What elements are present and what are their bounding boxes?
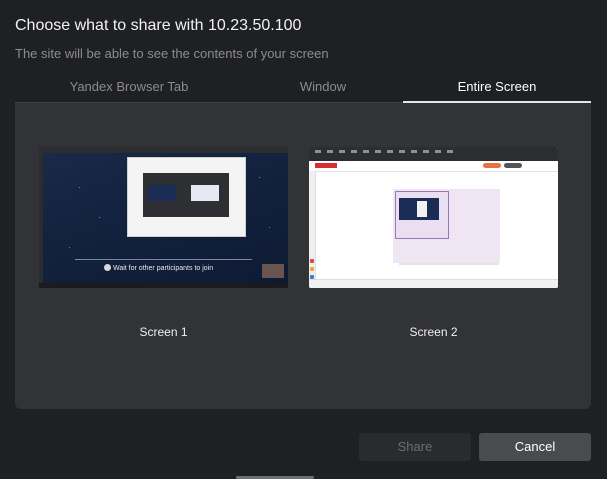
preview-taskbar bbox=[309, 279, 558, 288]
preview-mini-window bbox=[417, 201, 427, 217]
source-tabs: Yandex Browser Tab Window Entire Screen bbox=[15, 76, 591, 103]
preview-thumb-a bbox=[148, 185, 176, 201]
screen-1-thumbnail[interactable]: Wait for other participants to join bbox=[39, 147, 288, 288]
wallpaper-star bbox=[269, 227, 270, 228]
preview-mini-screen bbox=[399, 198, 439, 220]
wallpaper-star bbox=[259, 177, 260, 178]
sidebar-app-icon bbox=[310, 267, 314, 271]
preview-dark-button bbox=[504, 163, 522, 168]
screens-panel: Wait for other participants to join Scre… bbox=[15, 103, 591, 409]
wallpaper-star bbox=[69, 247, 70, 248]
preview-browser-bar bbox=[39, 147, 288, 153]
tab-window[interactable]: Window bbox=[243, 76, 403, 102]
screen-2-label: Screen 2 bbox=[409, 325, 458, 339]
preview-sidebar bbox=[39, 153, 43, 283]
share-button[interactable]: Share bbox=[359, 433, 471, 461]
share-dialog: Choose what to share with 10.23.50.100 T… bbox=[0, 0, 607, 479]
preview-sidebar bbox=[309, 171, 316, 281]
screen-2-thumbnail[interactable] bbox=[309, 147, 558, 288]
preview-wait-text: Wait for other participants to join bbox=[113, 265, 214, 272]
preview-orange-button bbox=[483, 163, 501, 168]
cancel-button[interactable]: Cancel bbox=[479, 433, 591, 461]
preview-text-line bbox=[399, 263, 499, 265]
wallpaper-star bbox=[79, 187, 80, 188]
wallpaper-star bbox=[99, 217, 100, 218]
screen-1-label: Screen 1 bbox=[139, 325, 188, 339]
preview-share-dialog bbox=[143, 173, 229, 217]
preview-camera-tile bbox=[262, 264, 284, 278]
person-icon bbox=[104, 264, 111, 271]
tab-entire-screen[interactable]: Entire Screen bbox=[403, 76, 591, 103]
preview-selected-frame bbox=[395, 191, 449, 239]
dialog-subtitle: The site will be able to see the content… bbox=[15, 46, 329, 61]
preview-window bbox=[127, 157, 246, 237]
preview-logo bbox=[315, 163, 337, 168]
preview-taskbar bbox=[39, 283, 288, 288]
sidebar-app-icon bbox=[310, 259, 314, 263]
dialog-title: Choose what to share with 10.23.50.100 bbox=[15, 17, 302, 34]
preview-thumb-b bbox=[191, 185, 219, 201]
preview-tabs bbox=[315, 150, 455, 153]
tab-browser-tab[interactable]: Yandex Browser Tab bbox=[15, 76, 243, 102]
